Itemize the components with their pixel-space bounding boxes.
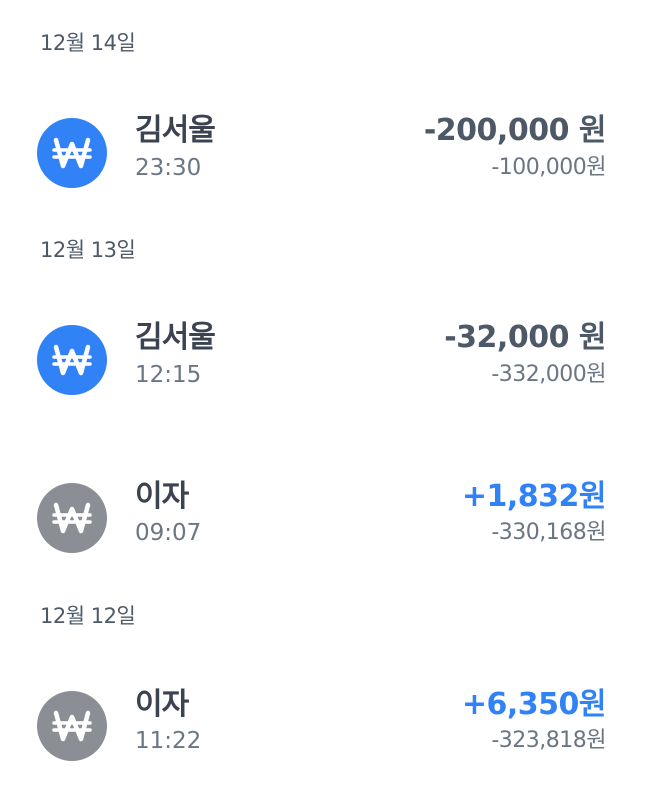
- won-icon: [37, 325, 107, 395]
- transaction-row[interactable]: 김서울 23:30 -200,000 원 -100,000원: [0, 113, 648, 193]
- transaction-time: 09:07: [135, 520, 202, 546]
- transaction-time: 11:22: [135, 728, 202, 754]
- transaction-name: 김서울: [135, 320, 216, 355]
- transaction-amount: -200,000 원: [423, 113, 607, 148]
- won-glyph: [52, 137, 92, 169]
- balance-after: -323,818원: [491, 728, 606, 753]
- transaction-name: 이자: [135, 479, 189, 514]
- won-glyph: [52, 710, 92, 742]
- transaction-row[interactable]: 김서울 12:15 -32,000 원 -332,000원: [0, 320, 648, 400]
- transaction-name: 김서울: [135, 113, 216, 148]
- transaction-time: 12:15: [135, 362, 202, 388]
- won-icon: [37, 691, 107, 761]
- date-header: 12월 13일: [40, 238, 136, 262]
- balance-after: -332,000원: [491, 362, 606, 387]
- date-header: 12월 12일: [40, 604, 136, 628]
- transaction-amount: +6,350원: [461, 687, 607, 722]
- transaction-amount: -32,000 원: [444, 320, 606, 355]
- transaction-name: 이자: [135, 687, 189, 722]
- transaction-time: 23:30: [135, 155, 202, 181]
- transaction-amount: +1,832원: [461, 479, 607, 514]
- won-glyph: [52, 502, 92, 534]
- balance-after: -330,168원: [491, 520, 606, 545]
- won-glyph: [52, 344, 92, 376]
- transaction-row[interactable]: 이자 11:22 +6,350원 -323,818원: [0, 686, 648, 766]
- won-icon: [37, 483, 107, 553]
- date-header: 12월 14일: [40, 31, 136, 55]
- balance-after: -100,000원: [491, 155, 606, 180]
- transaction-row[interactable]: 이자 09:07 +1,832원 -330,168원: [0, 478, 648, 558]
- won-icon: [37, 118, 107, 188]
